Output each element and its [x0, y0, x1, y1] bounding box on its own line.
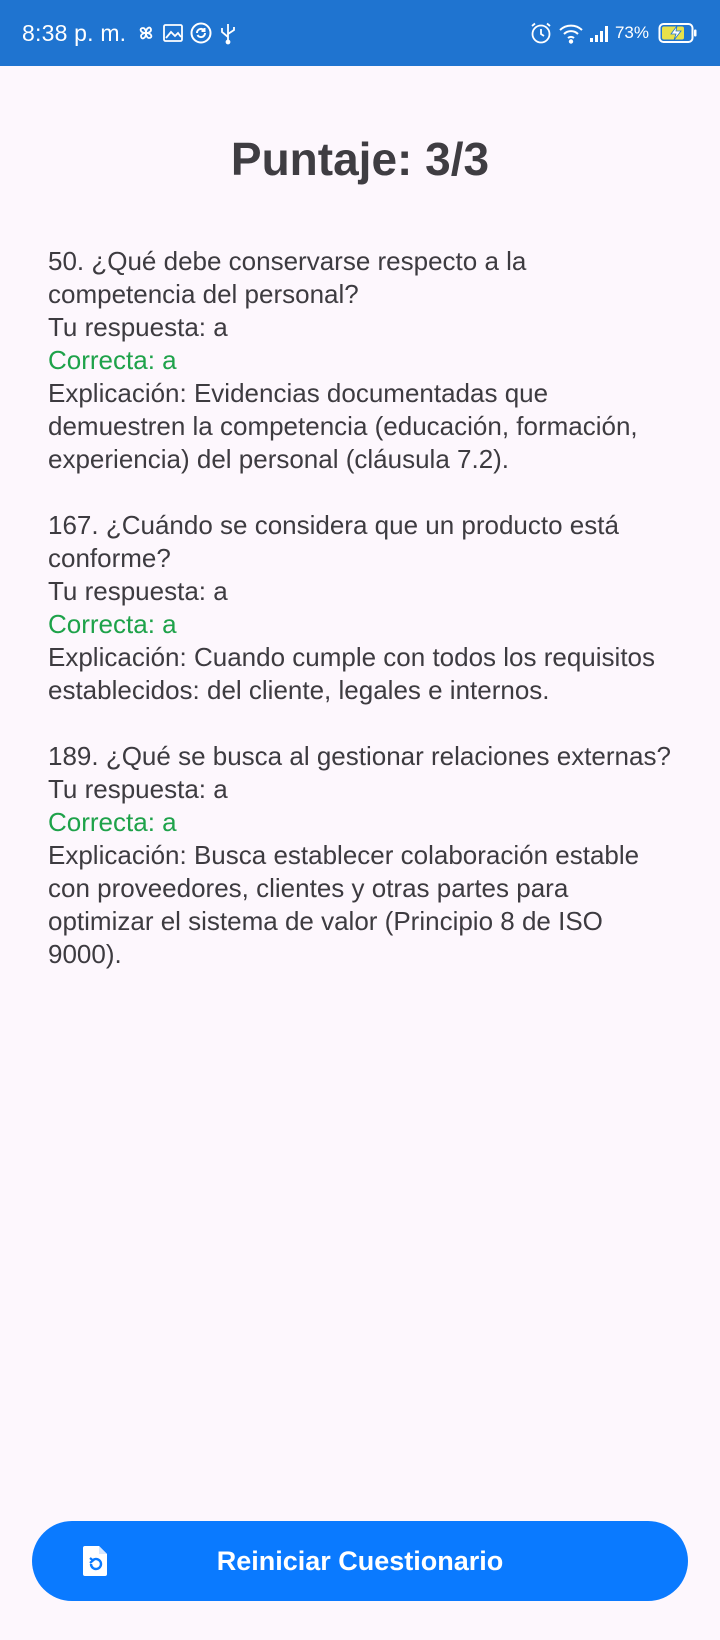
result-explanation: Explicación: Cuando cumple con todos los…	[48, 642, 656, 705]
result-question: 189. ¿Qué se busca al gestionar relacion…	[48, 741, 671, 771]
result-your-answer: Tu respuesta: a	[48, 774, 228, 804]
signal-icon	[589, 23, 611, 43]
result-correct-answer: Correcta: a	[48, 345, 177, 375]
sync-icon	[189, 21, 213, 45]
pinwheel-icon	[135, 22, 157, 44]
result-correct-answer: Correcta: a	[48, 609, 177, 639]
result-item: 189. ¿Qué se busca al gestionar relacion…	[48, 740, 678, 971]
status-bar-right: 73%	[524, 21, 698, 45]
battery-percent: 73%	[614, 23, 649, 42]
result-item: 50. ¿Qué debe conservarse respecto a la …	[48, 245, 678, 476]
wifi-icon	[558, 22, 584, 44]
result-item: 167. ¿Cuándo se considera que un product…	[48, 509, 678, 707]
battery-charging-icon	[658, 22, 698, 44]
restart-document-icon	[82, 1545, 108, 1577]
status-bar-left: 8:38 p. m.	[22, 20, 238, 47]
restart-quiz-button[interactable]: Reiniciar Cuestionario	[32, 1521, 688, 1601]
alarm-icon	[529, 21, 553, 45]
result-question: 50. ¿Qué debe conservarse respecto a la …	[48, 246, 527, 309]
status-bar: 8:38 p. m. 73%	[0, 0, 720, 66]
image-icon	[162, 23, 184, 43]
status-time: 8:38 p. m.	[22, 19, 127, 46]
results-list: 50. ¿Qué debe conservarse respecto a la …	[48, 245, 678, 1004]
result-explanation: Explicación: Busca establecer colaboraci…	[48, 840, 640, 969]
score-title: Puntaje: 3/3	[230, 133, 490, 185]
result-your-answer: Tu respuesta: a	[48, 576, 228, 606]
usb-icon	[218, 21, 238, 45]
result-your-answer: Tu respuesta: a	[48, 312, 228, 342]
restart-button-label: Reiniciar Cuestionario	[216, 1545, 504, 1576]
result-question: 167. ¿Cuándo se considera que un product…	[48, 510, 619, 573]
result-explanation: Explicación: Evidencias documentadas que…	[48, 378, 638, 474]
result-correct-answer: Correcta: a	[48, 807, 177, 837]
